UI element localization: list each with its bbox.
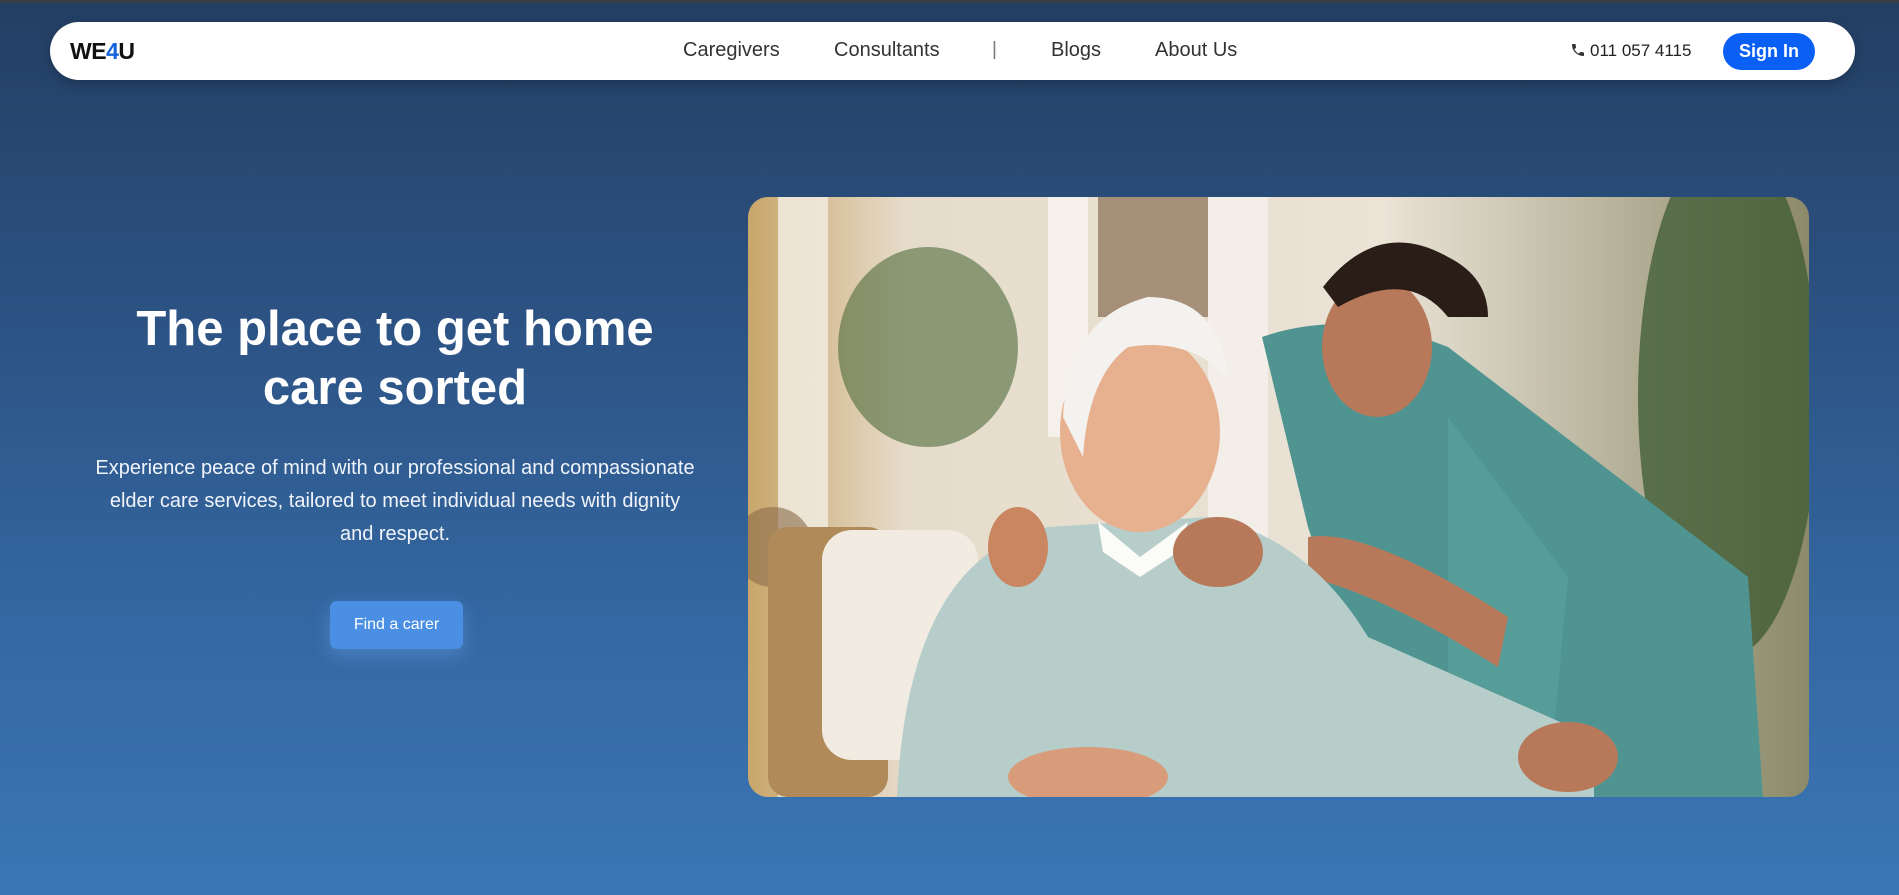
nav-consultants[interactable]: Consultants [834,39,940,62]
nav-blogs[interactable]: Blogs [1051,39,1101,62]
find-carer-button[interactable]: Find a carer [330,601,463,649]
nav-about-us[interactable]: About Us [1155,39,1237,62]
hero-title: The place to get home care sorted [136,302,654,415]
hero-image [748,197,1809,797]
navbar: WE4U Caregivers Consultants | Blogs Abou… [50,22,1855,80]
hero-description: Experience peace of mind with our profes… [95,457,695,545]
browser-top-strip [0,0,1899,3]
phone-contact[interactable]: 011 057 4115 [1570,41,1691,61]
phone-icon [1572,44,1584,56]
phone-number: 011 057 4115 [1590,41,1692,60]
caregiver-photo-illustration [748,197,1809,797]
nav-caregivers[interactable]: Caregivers [683,39,780,62]
sign-in-button[interactable]: Sign In [1723,33,1815,70]
hero-text: The place to get home care sorted Experi… [95,300,695,551]
nav-separator: | [992,39,997,60]
